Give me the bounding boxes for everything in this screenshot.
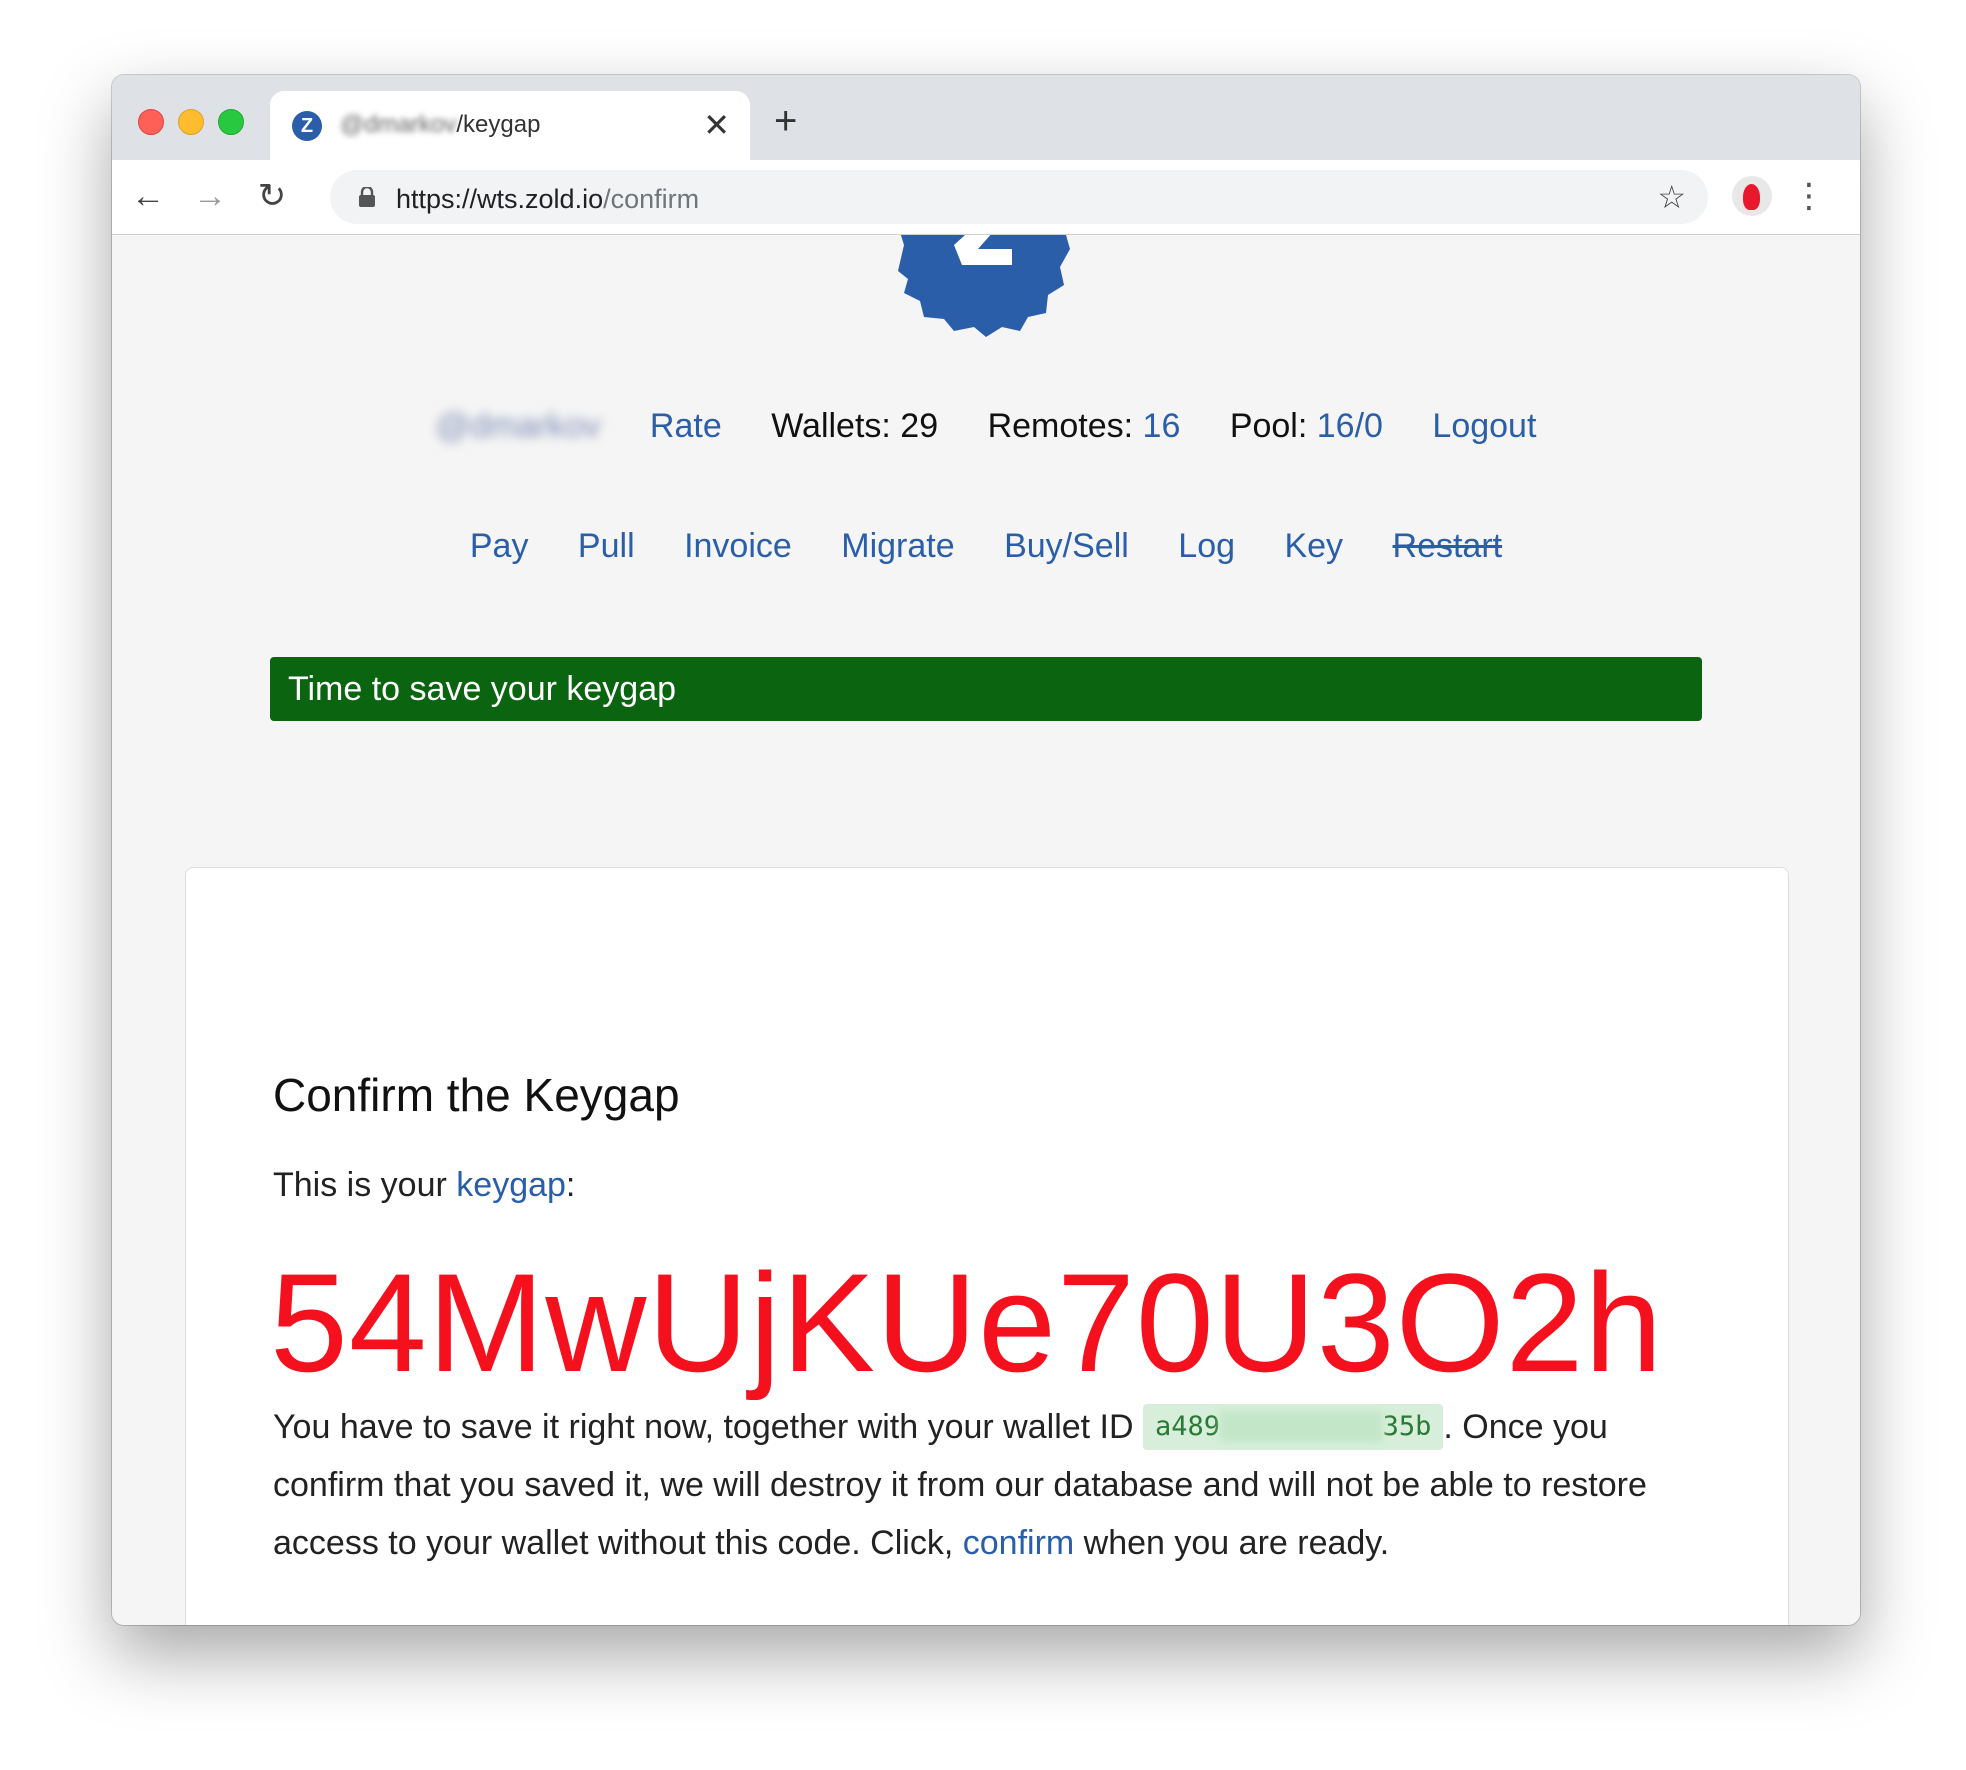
plus-icon[interactable]: + bbox=[774, 101, 797, 141]
kebab-menu-icon[interactable]: ⋮ bbox=[1792, 174, 1826, 218]
lock-icon bbox=[359, 187, 375, 207]
zoom-window-button[interactable] bbox=[218, 109, 244, 135]
tab-title: @dmarkov/keygap bbox=[340, 111, 540, 139]
tab-title-username: @dmarkov bbox=[340, 111, 457, 138]
menu-item-invoice[interactable]: Invoice bbox=[684, 527, 792, 566]
keygap-intro: This is your keygap: bbox=[273, 1166, 575, 1205]
zold-favicon-icon: Z bbox=[292, 111, 322, 141]
menu-item-migrate[interactable]: Migrate bbox=[841, 527, 954, 566]
wallets-count: Wallets: 29 bbox=[771, 407, 939, 445]
instructions-part-1: You have to save it right now, together … bbox=[273, 1408, 1134, 1446]
browser-window: Z @dmarkov/keygap ✕ + ← → ↻ https://wts.… bbox=[112, 75, 1860, 1625]
keygap-card: Confirm the Keygap This is your keygap: … bbox=[185, 867, 1789, 1625]
menu-item-key[interactable]: Key bbox=[1284, 527, 1343, 566]
intro-suffix: : bbox=[565, 1166, 576, 1204]
profile-avatar[interactable] bbox=[1732, 176, 1772, 216]
arrow-left-icon[interactable]: ← bbox=[126, 174, 170, 218]
wallet-id-end: 35b bbox=[1382, 1411, 1432, 1442]
arrow-right-icon[interactable]: → bbox=[188, 174, 232, 218]
wallet-id-start: a489 bbox=[1155, 1411, 1221, 1442]
remotes-label: Remotes: bbox=[987, 407, 1134, 445]
logout-link[interactable]: Logout bbox=[1432, 407, 1536, 446]
wallet-id: a489xxxxxxxxxx35b bbox=[1143, 1404, 1444, 1450]
minimize-window-button[interactable] bbox=[178, 109, 204, 135]
pool-link[interactable]: 16/0 bbox=[1317, 407, 1383, 445]
remotes-link[interactable]: 16 bbox=[1143, 407, 1181, 445]
flash-message: Time to save your keygap bbox=[270, 657, 1702, 721]
address-bar[interactable]: https://wts.zold.io/confirm ☆ bbox=[330, 170, 1708, 224]
menu-item-buy-sell[interactable]: Buy/Sell bbox=[1004, 527, 1129, 566]
browser-toolbar: ← → ↻ https://wts.zold.io/confirm ☆ ⋮ bbox=[112, 160, 1860, 235]
zold-logo-icon bbox=[898, 235, 1070, 337]
pool-label: Pool: bbox=[1229, 407, 1308, 445]
username-link[interactable]: @dmarkov bbox=[436, 407, 601, 446]
tab-strip: Z @dmarkov/keygap ✕ + bbox=[112, 75, 1860, 160]
menu-item-log[interactable]: Log bbox=[1178, 527, 1235, 566]
keygap-code: 54MwUjKUe70U3O2h bbox=[270, 1244, 1664, 1401]
menu-item-pay[interactable]: Pay bbox=[470, 527, 529, 566]
wallet-id-hidden: xxxxxxxxxx bbox=[1220, 1411, 1383, 1442]
tab-keygap[interactable]: Z @dmarkov/keygap ✕ bbox=[270, 91, 750, 160]
page-title: Confirm the Keygap bbox=[273, 1069, 680, 1121]
keygap-instructions: You have to save it right now, together … bbox=[273, 1398, 1693, 1572]
keygap-link[interactable]: keygap bbox=[456, 1166, 566, 1204]
tab-title-path: /keygap bbox=[456, 111, 541, 138]
intro-prefix: This is your bbox=[273, 1166, 447, 1204]
star-icon[interactable]: ☆ bbox=[1657, 180, 1686, 214]
rate-link[interactable]: Rate bbox=[650, 407, 722, 446]
profile-avatar-image bbox=[1743, 184, 1760, 210]
url-path: /confirm bbox=[603, 184, 700, 214]
close-icon[interactable]: ✕ bbox=[703, 105, 730, 145]
instructions-part-3: when you are ready. bbox=[1083, 1524, 1390, 1562]
menu-item-pull[interactable]: Pull bbox=[578, 527, 635, 566]
remotes-stat: Remotes: 16 bbox=[988, 407, 1181, 446]
url-text[interactable]: https://wts.zold.io/confirm bbox=[396, 184, 699, 215]
reload-icon[interactable]: ↻ bbox=[250, 174, 294, 218]
close-window-button[interactable] bbox=[138, 109, 164, 135]
url-host: https://wts.zold.io bbox=[396, 184, 604, 214]
pool-stat: Pool: 16/0 bbox=[1230, 407, 1383, 446]
confirm-link[interactable]: confirm bbox=[963, 1524, 1074, 1562]
menu-item-restart[interactable]: Restart bbox=[1393, 527, 1503, 566]
action-menu: Pay Pull Invoice Migrate Buy/Sell Log Ke… bbox=[112, 527, 1860, 566]
page-content: @dmarkov Rate Wallets: 29 Remotes: 16 Po… bbox=[112, 235, 1860, 1625]
user-nav: @dmarkov Rate Wallets: 29 Remotes: 16 Po… bbox=[112, 407, 1860, 446]
